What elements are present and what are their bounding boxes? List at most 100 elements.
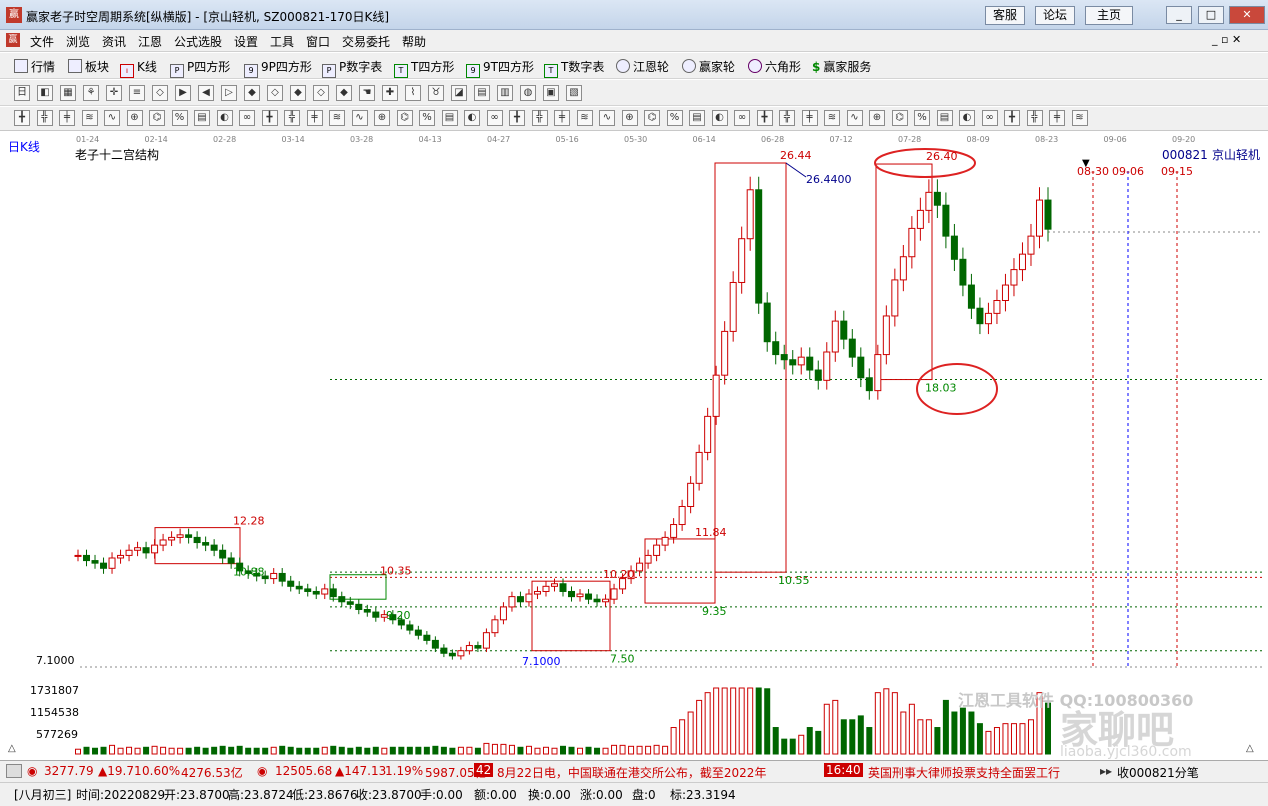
draw-tool-icon-43[interactable]: ◐ [959, 110, 975, 126]
draw-tool-icon-4[interactable]: ≋ [81, 110, 98, 126]
tool-icon-2[interactable]: ◧ [37, 85, 53, 101]
menu-gann[interactable]: 江恩 [138, 33, 162, 50]
draw-tool-icon-32[interactable]: ◐ [711, 110, 728, 126]
draw-tool-icon-25[interactable]: ╪ [554, 110, 570, 126]
tool-icon-21[interactable]: ▤ [474, 85, 490, 101]
sector-button[interactable]: 板块 [68, 58, 109, 75]
scroll-up-right-icon[interactable]: △ [1246, 743, 1254, 754]
service-toolbar-button[interactable]: $ 赢家服务 [812, 58, 871, 75]
service-button[interactable]: 客服 [985, 6, 1025, 25]
draw-tool-icon-5[interactable]: ∿ [104, 110, 120, 126]
draw-tool-icon-42[interactable]: ▤ [936, 110, 953, 126]
draw-tool-icon-8[interactable]: % [171, 110, 188, 126]
draw-tool-icon-44[interactable]: ∞ [981, 110, 998, 126]
winner-wheel-button[interactable]: 赢家轮 [682, 58, 735, 75]
hexagon-button[interactable]: 六角形 [748, 58, 801, 75]
tool-icon-20[interactable]: ◪ [451, 85, 467, 101]
draw-tool-icon-48[interactable]: ≋ [1071, 110, 1088, 126]
draw-tool-icon-20[interactable]: ▤ [441, 110, 458, 126]
maximize-button[interactable]: □ [1198, 6, 1224, 24]
draw-tool-icon-30[interactable]: % [666, 110, 683, 126]
menu-tools[interactable]: 工具 [270, 33, 294, 50]
menu-file[interactable]: 文件 [30, 33, 54, 50]
draw-tool-icon-10[interactable]: ◐ [216, 110, 233, 126]
gann-wheel-button[interactable]: 江恩轮 [616, 58, 669, 75]
mdi-controls[interactable]: _ ▫ ✕ [1212, 33, 1241, 46]
t-table-button[interactable]: T T数字表 [544, 58, 604, 78]
draw-tool-icon-2[interactable]: ╬ [36, 110, 53, 126]
draw-tool-icon-27[interactable]: ∿ [599, 110, 615, 126]
menu-formula[interactable]: 公式选股 [174, 33, 222, 50]
draw-tool-icon-37[interactable]: ≋ [824, 110, 840, 126]
draw-tool-icon-35[interactable]: ╬ [779, 110, 795, 126]
draw-tool-icon-38[interactable]: ∿ [846, 110, 863, 126]
draw-tool-icon-33[interactable]: ∞ [734, 110, 750, 126]
minimize-button[interactable]: _ [1166, 6, 1192, 24]
draw-tool-icon-28[interactable]: ⊕ [621, 110, 638, 126]
draw-tool-icon-1[interactable]: ╋ [14, 110, 30, 126]
tool-icon-9[interactable]: ◀ [198, 85, 214, 101]
draw-tool-icon-13[interactable]: ╬ [284, 110, 300, 126]
tool-icon-11[interactable]: ◆ [244, 85, 260, 101]
tool-icon-7[interactable]: ◇ [152, 85, 168, 101]
status-arrows[interactable]: ▸▸ [1100, 764, 1112, 778]
forum-button[interactable]: 论坛 [1035, 6, 1075, 25]
tool-icon-14[interactable]: ◇ [313, 85, 329, 101]
menu-browse[interactable]: 浏览 [66, 33, 90, 50]
chart-area[interactable]: 01-24 02-14 02-28 03-14 03-28 04-13 04-27 05-16… [0, 130, 1268, 760]
draw-tool-icon-12[interactable]: ╋ [261, 110, 278, 126]
tool-icon-25[interactable]: ▧ [566, 85, 582, 101]
draw-tool-icon-24[interactable]: ╬ [531, 110, 548, 126]
tool-icon-5[interactable]: ✛ [106, 85, 122, 101]
scroll-up-icon[interactable]: △ [8, 743, 16, 754]
t-square-button[interactable]: T T四方形 [394, 58, 454, 78]
tool-icon-8[interactable]: ▶ [175, 85, 191, 101]
draw-tool-icon-46[interactable]: ╬ [1026, 110, 1043, 126]
menu-trade[interactable]: 交易委托 [342, 33, 390, 50]
draw-tool-icon-47[interactable]: ╪ [1049, 110, 1065, 126]
draw-tool-icon-26[interactable]: ≋ [576, 110, 593, 126]
menu-settings[interactable]: 设置 [234, 33, 258, 50]
draw-tool-icon-29[interactable]: ⌬ [644, 110, 660, 126]
draw-tool-icon-36[interactable]: ╪ [801, 110, 818, 126]
tool-icon-23[interactable]: ◍ [520, 85, 536, 101]
close-button[interactable]: ✕ [1229, 6, 1265, 24]
tool-icon-24[interactable]: ▣ [543, 85, 559, 101]
tool-icon-1[interactable]: 日 [14, 85, 30, 101]
draw-tool-icon-3[interactable]: ╪ [59, 110, 75, 126]
draw-tool-icon-7[interactable]: ⌬ [149, 110, 165, 126]
draw-tool-icon-11[interactable]: ∞ [239, 110, 255, 126]
draw-tool-icon-41[interactable]: % [914, 110, 930, 126]
draw-tool-icon-45[interactable]: ╋ [1004, 110, 1020, 126]
menu-window[interactable]: 窗口 [306, 33, 330, 50]
draw-tool-icon-34[interactable]: ╋ [756, 110, 773, 126]
tool-icon-10[interactable]: ▷ [221, 85, 237, 101]
p-square-button[interactable]: P P四方形 [170, 58, 230, 78]
draw-tool-icon-14[interactable]: ╪ [306, 110, 323, 126]
home-button[interactable]: 主页 [1085, 6, 1133, 25]
draw-tool-icon-15[interactable]: ≋ [329, 110, 345, 126]
tool-icon-16[interactable]: ☚ [359, 85, 375, 101]
menu-info[interactable]: 资讯 [102, 33, 126, 50]
9t-square-button[interactable]: 9 9T四方形 [466, 58, 534, 78]
tool-icon-15[interactable]: ◆ [336, 85, 352, 101]
kline-button[interactable]: ı K线 [120, 58, 157, 78]
tool-icon-19[interactable]: ♉ [428, 85, 444, 101]
draw-tool-icon-18[interactable]: ⌬ [396, 110, 413, 126]
tool-icon-13[interactable]: ◆ [290, 85, 306, 101]
quotes-button[interactable]: 行情 [14, 58, 55, 75]
tool-icon-3[interactable]: ▦ [60, 85, 76, 101]
draw-tool-icon-23[interactable]: ╋ [509, 110, 525, 126]
tool-icon-6[interactable]: ≡ [129, 85, 145, 101]
draw-tool-icon-17[interactable]: ⊕ [374, 110, 390, 126]
draw-tool-icon-31[interactable]: ▤ [689, 110, 705, 126]
draw-tool-icon-40[interactable]: ⌬ [891, 110, 908, 126]
tool-icon-22[interactable]: ▥ [497, 85, 513, 101]
draw-tool-icon-9[interactable]: ▤ [194, 110, 210, 126]
draw-tool-icon-19[interactable]: % [419, 110, 435, 126]
news-ticker-2[interactable]: 英国刑事大律师投票支持全面罢工行 [868, 764, 1060, 781]
draw-tool-icon-21[interactable]: ◐ [464, 110, 480, 126]
news-ticker-1[interactable]: 8月22日电，中国联通在港交所公布，截至2022年 [497, 764, 766, 781]
draw-tool-icon-16[interactable]: ∿ [351, 110, 368, 126]
quote-label[interactable]: 收000821分笔 [1117, 764, 1199, 781]
